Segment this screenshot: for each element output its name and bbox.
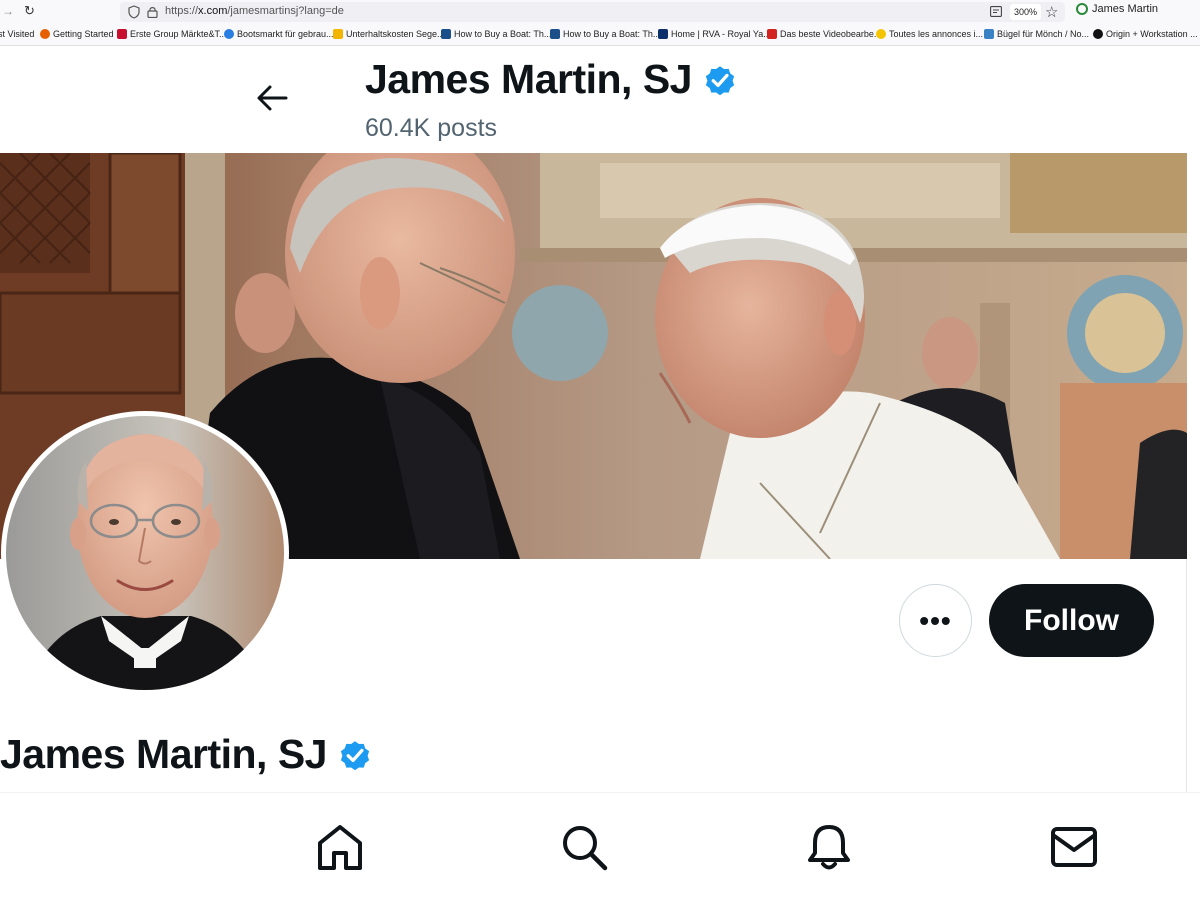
verified-badge-icon[interactable] [337,737,373,773]
reader-view-icon[interactable] [990,6,1002,17]
avatar-photo [6,416,284,690]
bookmark-item[interactable]: Getting Started [40,29,114,39]
address-bar[interactable]: https://x.com/jamesmartinsj?lang=de 300%… [120,2,1065,22]
bookmark-label: Bügel für Mönch / No... [997,29,1090,39]
search-icon[interactable] [560,823,608,871]
post-count: 60.4K posts [365,114,498,142]
url-scheme: https:// [165,5,199,17]
messages-icon[interactable] [1050,823,1098,871]
profile-name: James Martin [1092,3,1159,15]
bookmark-label: Das beste Videobearbe... [780,29,882,39]
profile-avatar[interactable] [1,411,289,695]
bookmark-item[interactable]: Bootsmarkt für gebrau... [224,29,334,39]
bookmark-item[interactable]: How to Buy a Boat: Th... [441,29,551,39]
bookmark-favicon [658,29,668,39]
header-display-name: James Martin, SJ [365,56,693,102]
header-title: James Martin, SJ [365,56,738,103]
bookmark-label: Home | RVA - Royal Ya... [671,29,771,39]
url-path: /jamesmartinsj?lang=de [227,5,344,17]
shield-icon[interactable] [128,5,140,19]
bookmark-favicon [550,29,560,39]
bookmark-label: How to Buy a Boat: Th... [454,29,552,39]
browser-profile[interactable]: James Martin [1076,3,1158,15]
bookmark-favicon [441,29,451,39]
bookmark-favicon [117,29,127,39]
verified-badge-icon[interactable] [702,62,738,98]
lock-icon[interactable] [147,6,158,18]
bookmark-label: Origin + Workstation ... [1106,29,1198,39]
bookmark-item[interactable]: Home | RVA - Royal Ya... [658,29,771,39]
bottom-navigation [0,792,1200,900]
bookmark-favicon [1093,29,1103,39]
bookmark-label: Bootsmarkt für gebrau... [237,29,334,39]
bookmark-label: Erste Group Märkte&T... [130,29,227,39]
bookmark-item[interactable]: Erste Group Märkte&T... [117,29,227,39]
profile-display-name: James Martin, SJ [0,731,328,777]
bookmark-item[interactable]: Toutes les annonces i... [876,29,983,39]
bookmark-favicon [984,29,994,39]
column-divider [1186,559,1187,794]
bookmark-label: Toutes les annonces i... [889,29,984,39]
bookmark-item[interactable]: Unterhaltskosten Sege... [333,29,445,39]
forward-icon[interactable]: → [2,4,14,18]
bookmark-item[interactable]: Origin + Workstation ... [1093,29,1198,39]
browser-toolbar: → ↻ https://x.com/jamesmartinsj?lang=de … [0,0,1200,24]
bookmark-label: Unterhaltskosten Sege... [346,29,445,39]
bookmark-favicon [224,29,234,39]
bookmark-star-icon[interactable]: ☆ [1045,3,1058,21]
notifications-icon[interactable] [805,823,853,871]
bookmark-favicon [876,29,886,39]
url-host: x.com [198,5,228,17]
page: → ↻ https://x.com/jamesmartinsj?lang=de … [0,0,1200,900]
bookmark-item[interactable]: How to Buy a Boat: Th... [550,29,660,39]
bookmark-label: How to Buy a Boat: Th... [563,29,661,39]
bookmark-item[interactable]: st Visited [0,29,34,39]
bookmark-label: st Visited [0,29,35,39]
profile-name: James Martin, SJ [0,731,373,778]
zoom-level[interactable]: 300% [1010,4,1042,20]
more-options-button[interactable]: ••• [899,584,972,657]
bookmark-item[interactable]: Bügel für Mönch / No... [984,29,1089,39]
reload-icon[interactable]: ↻ [24,3,35,19]
bookmark-favicon [767,29,777,39]
home-icon[interactable] [316,823,364,871]
avatar-photo-frame [6,416,284,690]
bookmark-label: Getting Started [53,29,114,39]
bookmark-favicon [40,29,50,39]
follow-button[interactable]: Follow [989,584,1154,657]
more-options-icon: ••• [919,604,952,636]
profile-icon [1076,3,1088,15]
bookmark-item[interactable]: Das beste Videobearbe... [767,29,881,39]
bookmarks-bar: st Visited Getting Started Erste Group M… [0,24,1200,46]
url-text[interactable]: https://x.com/jamesmartinsj?lang=de [165,5,344,17]
back-arrow-icon[interactable] [256,84,288,112]
bookmark-favicon [333,29,343,39]
